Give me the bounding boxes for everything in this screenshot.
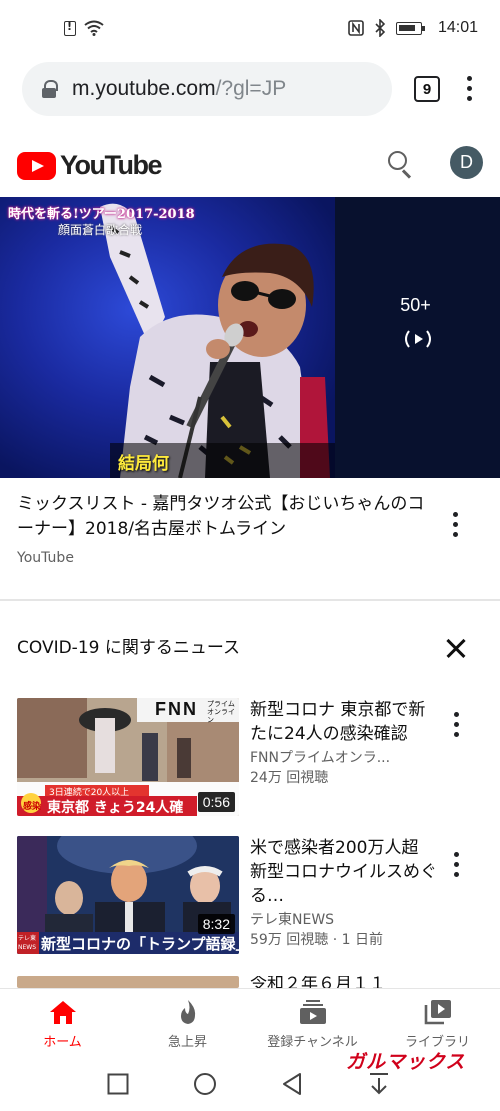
dot-icon (453, 852, 459, 857)
library-icon (424, 1000, 451, 1025)
nav-library[interactable]: ライブラリ (375, 989, 500, 1053)
youtube-logo[interactable]: YouTube (17, 150, 162, 181)
status-time: 14:01 (437, 19, 478, 36)
video-thumbnail[interactable] (17, 976, 239, 988)
duration-badge: 0:56 (197, 792, 235, 812)
url-text[interactable]: m.youtube.com/?gl=JP (72, 77, 286, 101)
nav-subscriptions[interactable]: 登録チャンネル (250, 989, 375, 1053)
news-stats: 59万 回視聴 · 1 日前 (250, 932, 383, 948)
nav-trending[interactable]: 急上昇 (125, 989, 250, 1053)
bluetooth-icon (375, 19, 386, 37)
bottom-navigation: ホーム 急上昇 登録チャンネル ライブラリ (0, 988, 500, 1053)
item-menu-button[interactable] (453, 852, 459, 877)
dot-icon (453, 732, 459, 737)
home-icon (49, 1001, 76, 1024)
news-title[interactable]: 令和２年６月１１ (250, 976, 440, 988)
address-bar[interactable]: m.youtube.com/?gl=JP (22, 62, 392, 116)
youtube-wordmark: YouTube (60, 150, 162, 180)
nav-label: 登録チャンネル (267, 1035, 358, 1050)
lock-icon (42, 80, 58, 98)
subscriptions-icon (299, 1000, 326, 1024)
close-icon[interactable] (444, 637, 468, 661)
dot-icon (466, 76, 472, 81)
url-host: m.youtube.com (72, 77, 216, 100)
youtube-play-icon (17, 151, 56, 180)
video-thumbnail[interactable]: FNN プライム オンライン 3日連続で20人以上 感染 東京都 きょう24人確… (17, 698, 239, 816)
search-icon[interactable] (388, 151, 414, 177)
news-text[interactable]: 新型コロナ 東京都で新たに24人の感染確認 FNNプライムオンラ... 24万 … (250, 698, 440, 788)
dot-icon (453, 712, 459, 717)
video-channel[interactable]: YouTube (17, 550, 437, 566)
news-text[interactable]: 米で感染者200万人超 新型コロナウイルスめぐる… テレ東NEWS 59万 回視… (250, 836, 440, 950)
news-channel: テレ東NEWS (250, 912, 335, 928)
thumbnail-caption: 時代を斬る!ツアー2017-2018 (8, 207, 195, 222)
thumb-banner: 東京都 きょう24人確 (47, 800, 184, 816)
status-left (64, 20, 104, 36)
section-divider (0, 599, 500, 601)
dot-icon (466, 86, 472, 91)
sim-alert-icon (64, 20, 76, 36)
wifi-icon (84, 20, 104, 36)
home-circle-icon[interactable] (193, 1072, 217, 1096)
video-thumbnail[interactable]: テレ東 NEWS 新型コロナの「トランプ語録」 8:32 (17, 836, 239, 954)
list-item[interactable]: 令和２年６月１１ (17, 976, 483, 988)
dot-icon (453, 722, 459, 727)
playlist-overlay: 50+ (335, 197, 500, 478)
recents-icon[interactable] (107, 1073, 129, 1095)
hero-video-thumbnail[interactable]: 時代を斬る!ツアー2017-2018 顔面蒼白歌合戦 結局何 50+ (0, 197, 500, 478)
news-title[interactable]: 新型コロナ 東京都で新たに24人の感染確認 (250, 698, 440, 746)
url-path: /?gl=JP (215, 77, 287, 100)
nav-label: 急上昇 (167, 1035, 207, 1050)
hero-video-meta[interactable]: ミックスリスト - 嘉門タツオ公式【おじいちゃんのコーナー】2018/名古屋ボト… (17, 492, 437, 566)
dot-icon (452, 522, 458, 527)
thumb-tag: 感染 (23, 802, 42, 812)
tab-switcher-button[interactable]: 9 (414, 76, 440, 102)
news-stats: 24万 回視聴 (250, 770, 329, 786)
youtube-header: YouTube D (0, 134, 500, 194)
browser-toolbar: m.youtube.com/?gl=JP 9 (0, 62, 500, 118)
status-bar: 14:01 (0, 0, 500, 56)
dot-icon (466, 96, 472, 101)
news-title[interactable]: 米で感染者200万人超 新型コロナウイルスめぐる… (250, 836, 440, 908)
thumb-logo: FNN (155, 699, 198, 719)
list-item[interactable]: テレ東 NEWS 新型コロナの「トランプ語録」 8:32 米で感染者200万人超… (17, 836, 483, 958)
trending-icon (180, 1000, 195, 1024)
performer-illustration (100, 203, 330, 478)
status-right: 14:01 (348, 19, 478, 37)
nfc-icon (348, 20, 364, 36)
news-section-title: COVID-19 に関するニュース (17, 638, 241, 658)
nav-label: ホーム (43, 1035, 82, 1050)
playlist-count: 50+ (400, 295, 431, 315)
thumb-banner: 新型コロナの「トランプ語録」 (41, 935, 239, 953)
mix-playlist-icon (404, 330, 431, 348)
dot-icon (453, 872, 459, 877)
dot-icon (452, 532, 458, 537)
avatar[interactable]: D (450, 146, 483, 179)
dot-icon (452, 512, 458, 517)
browser-menu-button[interactable] (466, 76, 472, 101)
thumbnail-caption-sub: 顔面蒼白歌合戦 (58, 223, 143, 237)
watermark-logo: ガルマックス (346, 1051, 466, 1073)
thumb-logo-sub: プライム オンライン (207, 700, 235, 724)
news-channel: FNNプライムオンラ... (250, 750, 391, 766)
thumb-tag: テレ東 NEWS (18, 935, 37, 951)
hero-scene: 時代を斬る!ツアー2017-2018 顔面蒼白歌合戦 結局何 (0, 197, 335, 478)
item-menu-button[interactable] (453, 712, 459, 737)
news-text[interactable]: 令和２年６月１１ (250, 976, 440, 988)
video-title[interactable]: ミックスリスト - 嘉門タツオ公式【おじいちゃんのコーナー】2018/名古屋ボト… (17, 492, 437, 542)
dot-icon (453, 862, 459, 867)
back-icon[interactable] (281, 1072, 303, 1096)
nav-home[interactable]: ホーム (0, 989, 125, 1053)
list-item[interactable]: FNN プライム オンライン 3日連続で20人以上 感染 東京都 きょう24人確… (17, 698, 483, 820)
notification-pulldown-icon[interactable] (368, 1071, 390, 1097)
battery-icon (395, 21, 425, 35)
duration-badge: 8:32 (197, 914, 235, 934)
video-menu-button[interactable] (452, 512, 458, 537)
thumbnail-subtitle: 結局何 (118, 454, 169, 474)
